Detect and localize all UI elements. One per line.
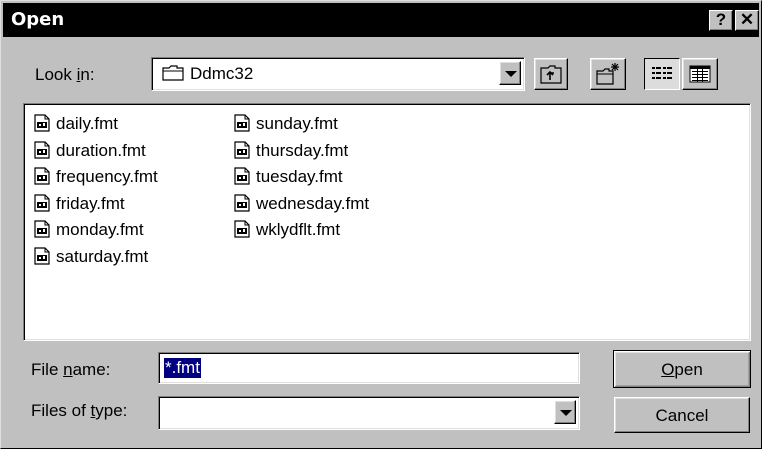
- file-name-value: *.fmt: [164, 358, 201, 378]
- file-name-text: monday.fmt: [56, 220, 144, 239]
- file-list[interactable]: daily.fmt duration.fmt frequency.fmt friday…: [23, 103, 751, 341]
- file-type-label: Files of type:: [31, 401, 128, 420]
- document-icon: [34, 167, 50, 185]
- open-dialog: Open ? ✕ Look in: Ddmc32 daily.fmt durat…: [0, 0, 762, 449]
- up-one-level-button[interactable]: [534, 58, 568, 90]
- look-in-dropdown-button[interactable]: [499, 61, 521, 85]
- document-icon: [34, 193, 50, 212]
- file-name-field[interactable]: *.fmt: [158, 352, 580, 384]
- close-icon: ✕: [739, 10, 755, 29]
- title-bar[interactable]: Open ? ✕: [3, 3, 759, 37]
- document-icon: [234, 220, 250, 238]
- cancel-button-label: Cancel: [655, 406, 709, 425]
- chevron-down-icon: [505, 71, 517, 77]
- document-icon: [234, 193, 250, 212]
- help-button[interactable]: ?: [709, 10, 733, 31]
- look-in-value: Ddmc32: [190, 64, 254, 83]
- chevron-down-icon: [560, 410, 572, 416]
- create-new-folder-button[interactable]: [590, 58, 626, 90]
- file-name-text: duration.fmt: [56, 140, 146, 160]
- file-type-dropdown-button[interactable]: [554, 400, 576, 424]
- create-new-folder-icon: [596, 63, 619, 85]
- document-icon: [34, 220, 50, 238]
- open-button-label: Open: [661, 360, 703, 379]
- file-name-text: daily.fmt: [56, 114, 119, 133]
- document-icon: [34, 246, 50, 265]
- close-button[interactable]: ✕: [735, 10, 759, 31]
- folder-icon: [162, 65, 184, 81]
- file-name-text: wklydflt.fmt: [256, 220, 341, 239]
- document-icon: [234, 140, 250, 159]
- help-icon: ?: [715, 10, 727, 29]
- document-icon: [234, 167, 250, 185]
- up-one-level-icon: [540, 65, 562, 84]
- cancel-button[interactable]: Cancel: [614, 397, 750, 433]
- file-name-text: sunday.fmt: [256, 114, 338, 133]
- window-title: Open: [11, 9, 65, 30]
- list-view-icon: [652, 67, 672, 79]
- list-view-button[interactable]: [644, 58, 680, 90]
- file-name-text: saturday.fmt: [56, 246, 149, 266]
- file-name-label: File name:: [31, 360, 111, 379]
- look-in-dropdown[interactable]: Ddmc32: [151, 57, 525, 91]
- file-name-text: thursday.fmt: [256, 140, 349, 160]
- details-view-icon: [689, 65, 711, 83]
- document-icon: [234, 114, 250, 132]
- look-in-label: Look in:: [35, 65, 95, 84]
- open-button[interactable]: Open: [613, 350, 751, 388]
- document-icon: [34, 114, 50, 132]
- file-name-text: friday.fmt: [56, 193, 125, 213]
- details-view-button[interactable]: [682, 58, 718, 90]
- file-name-text: wednesday.fmt: [256, 193, 370, 213]
- file-name-text: frequency.fmt: [56, 167, 158, 186]
- file-name-text: tuesday.fmt: [256, 167, 343, 186]
- file-type-dropdown[interactable]: [158, 396, 580, 430]
- document-icon: [34, 140, 50, 159]
